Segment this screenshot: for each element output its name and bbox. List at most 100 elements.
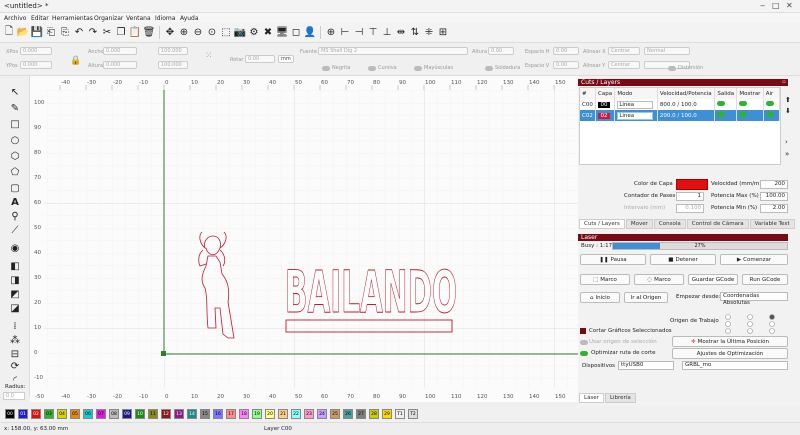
frame-circle-button[interactable]: ◌ Marco	[634, 274, 684, 285]
align-bottom-icon[interactable]: ⊥	[381, 26, 393, 39]
weld-icon[interactable]: ◪	[9, 302, 21, 314]
show-toggle[interactable]	[739, 101, 748, 106]
tab-cuts-layers[interactable]: Cuts / Layers	[579, 219, 625, 229]
zoom-out-icon[interactable]: ⊖	[192, 26, 204, 39]
air-toggle[interactable]	[765, 112, 774, 117]
goto-origin-button[interactable]: Ir al Origen	[624, 292, 668, 303]
tab-camera-control[interactable]: Control de Cámara	[686, 219, 749, 229]
palette-swatch-19[interactable]: 19	[252, 409, 262, 419]
tab-laser[interactable]: Láser	[579, 393, 604, 403]
palette-swatch-15[interactable]: 15	[200, 409, 210, 419]
radius-input[interactable]: 0.0	[3, 392, 25, 400]
minimize-icon[interactable]: ‒	[760, 1, 765, 10]
boolean-subtract-icon[interactable]: ◨	[9, 274, 21, 286]
cuts-panel-close-icon[interactable]: ▫	[780, 79, 788, 86]
origin-radio[interactable]	[769, 314, 775, 320]
output-toggle[interactable]	[717, 112, 726, 117]
dock-icon[interactable]: ⊞	[437, 26, 449, 39]
undo-icon[interactable]: ↶	[73, 26, 85, 39]
settings-icon[interactable]: ⚙	[248, 26, 260, 39]
port-select[interactable]: ttyUSB0	[618, 361, 674, 370]
palette-swatch-T2[interactable]: T2	[408, 409, 418, 419]
origin-grid-icon[interactable]: ⁙	[205, 51, 213, 61]
distribute-h-icon[interactable]: ⇹	[395, 26, 407, 39]
palette-swatch-03[interactable]: 03	[44, 409, 54, 419]
palette-swatch-17[interactable]: 17	[226, 409, 236, 419]
height-percent-input[interactable]: 100.000	[158, 61, 188, 69]
zoom-selection-icon[interactable]: ⬚	[220, 26, 232, 39]
palette-swatch-23[interactable]: 23	[304, 409, 314, 419]
palette-swatch-25[interactable]: 25	[330, 409, 340, 419]
palette-swatch-24[interactable]: 24	[317, 409, 327, 419]
circular-array-icon[interactable]: ⁂	[9, 334, 21, 346]
optimize-route-toggle[interactable]	[580, 351, 588, 356]
palette-swatch-00[interactable]: 00	[5, 409, 15, 419]
monitor-icon[interactable]: 🖥	[276, 26, 289, 39]
align-right-icon[interactable]: ⊣	[353, 26, 365, 39]
home-button[interactable]: ⌂ Inicio	[580, 292, 620, 303]
cut-icon[interactable]: ✂	[101, 26, 113, 39]
origin-radio[interactable]	[747, 314, 753, 320]
tab-library[interactable]: Librería	[604, 393, 636, 403]
menu-editar[interactable]: Editar	[31, 15, 49, 22]
interval-input[interactable]: 0.100	[676, 204, 704, 213]
palette-swatch-09[interactable]: 09	[122, 409, 132, 419]
origin-radio[interactable]	[769, 328, 775, 334]
polygon-tool-icon[interactable]: ⬡	[9, 150, 21, 162]
cut-selected-checkbox[interactable]	[580, 328, 586, 334]
palette-swatch-08[interactable]: 08	[109, 409, 119, 419]
rotate-tool-icon[interactable]: ⟳	[9, 360, 21, 372]
height-input[interactable]: 0.000	[103, 61, 137, 69]
menu-herramientas[interactable]: Herramientas	[52, 15, 93, 22]
pan-icon[interactable]: ✥	[164, 26, 176, 39]
tab-variable-text[interactable]: Variable Text	[749, 219, 795, 229]
text-tool-icon[interactable]: ▢	[9, 182, 21, 194]
delete-icon[interactable]: 🗑	[143, 26, 156, 39]
palette-swatch-16[interactable]: 16	[213, 409, 223, 419]
layer-row-c02[interactable]: C02 02 Linea 200.0 / 100.0	[580, 110, 781, 121]
start-from-select[interactable]: Coordenadas Absolutas	[720, 292, 788, 306]
ellipse-tool-icon[interactable]: ○	[9, 134, 21, 146]
palette-swatch-02[interactable]: 02	[31, 409, 41, 419]
hspace-input[interactable]: 0.00	[553, 47, 579, 55]
palette-swatch-13[interactable]: 13	[174, 409, 184, 419]
canvas-text-bailando[interactable]: BAILANDO	[285, 258, 458, 327]
tab-console[interactable]: Consola	[653, 219, 686, 229]
close-icon[interactable]: ✕	[786, 1, 793, 10]
priority-icon[interactable]: »	[785, 150, 789, 158]
align-y-select[interactable]: Centrar	[608, 61, 640, 69]
pause-button[interactable]: ❚❚ Pausa	[580, 254, 646, 265]
align-x-select-2[interactable]: Normal	[644, 47, 690, 55]
zoom-in-icon[interactable]: ⊕	[178, 26, 190, 39]
palette-swatch-05[interactable]: 05	[70, 409, 80, 419]
font-select[interactable]: MS Shell Dlg 2	[318, 47, 468, 55]
bold-toggle[interactable]	[322, 66, 330, 71]
palette-swatch-07[interactable]: 07	[96, 409, 106, 419]
stop-button[interactable]: ■ Detener	[650, 254, 716, 265]
grid-array-icon[interactable]: ⁞	[9, 320, 21, 332]
passes-input[interactable]: 1	[676, 192, 704, 201]
pentagon-tool-icon[interactable]: ⬠	[9, 166, 21, 178]
optimization-settings-button[interactable]: Ajustes de Optimización	[672, 348, 788, 359]
palette-swatch-28[interactable]: 28	[369, 409, 379, 419]
origin-radio[interactable]	[725, 314, 731, 320]
frame-button[interactable]: ⬚ Marco	[580, 274, 630, 285]
lock-icon[interactable]: 🔒	[70, 54, 82, 67]
menu-ventana[interactable]: Ventana	[126, 15, 151, 22]
layer-row-c00[interactable]: C00 00 Linea 800.0 / 100.0	[580, 99, 781, 110]
palette-swatch-T1[interactable]: T1	[395, 409, 405, 419]
palette-swatch-04[interactable]: 04	[57, 409, 67, 419]
offset-tool-icon[interactable]: ◉	[9, 242, 21, 254]
output-toggle[interactable]	[717, 101, 726, 106]
tools-icon[interactable]: ✖	[262, 26, 274, 39]
show-last-position-button[interactable]: ✛ Mostrar la Última Posición	[672, 336, 788, 347]
palette-swatch-20[interactable]: 20	[265, 409, 275, 419]
origin-radio[interactable]	[769, 321, 775, 327]
xpos-input[interactable]: 0.000	[20, 47, 52, 55]
save-gcode-button[interactable]: Guardar GCode	[688, 274, 738, 285]
canvas-svg[interactable]: -50-40-30-20-100102030405060708090100110…	[30, 76, 592, 402]
uppercase-toggle[interactable]	[414, 66, 422, 71]
width-input[interactable]: 0.000	[103, 47, 137, 55]
font-height-input[interactable]: 0.00	[488, 47, 514, 55]
move-down-icon[interactable]: ⬇	[785, 107, 791, 115]
